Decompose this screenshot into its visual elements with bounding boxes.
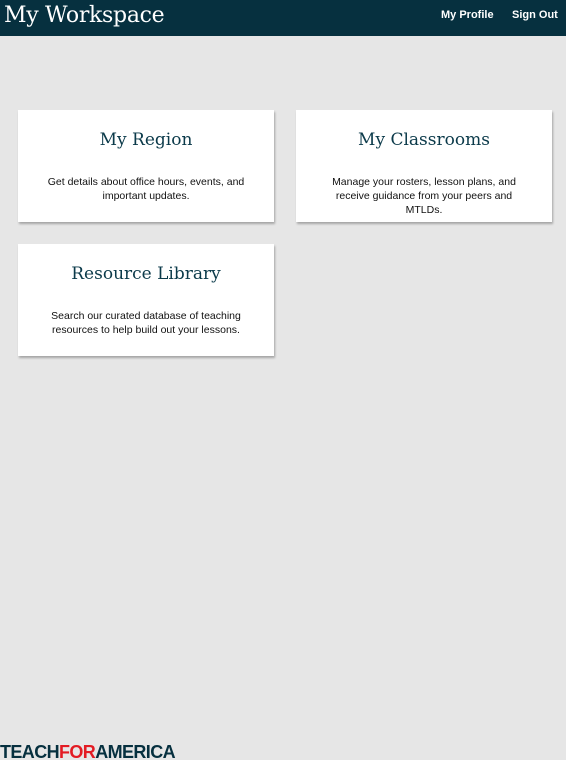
my-profile-link[interactable]: My Profile <box>441 9 494 21</box>
app-title: My Workspace <box>4 3 165 28</box>
logo-part-america: AMERICA <box>95 742 176 760</box>
logo-part-teach: TEACH <box>0 742 60 760</box>
my-classrooms-card[interactable]: My Classrooms Manage your rosters, lesso… <box>296 110 552 222</box>
card-title: My Classrooms <box>358 130 490 150</box>
my-region-card[interactable]: My Region Get details about office hours… <box>18 110 274 222</box>
card-description: Get details about office hours, events, … <box>47 176 245 202</box>
top-bar: My Workspace My Profile Sign Out <box>0 0 566 36</box>
sign-out-link[interactable]: Sign Out <box>512 9 558 21</box>
card-title: Resource Library <box>71 264 221 284</box>
card-description: Search our curated database of teaching … <box>51 310 241 336</box>
resource-library-card[interactable]: Resource Library Search our curated data… <box>18 244 274 356</box>
card-description: Manage your rosters, lesson plans, and r… <box>332 176 516 216</box>
card-title: My Region <box>99 130 193 150</box>
teach-for-america-logo: TEACHFORAMERICA <box>0 742 176 760</box>
logo-part-for: FOR <box>59 742 96 760</box>
